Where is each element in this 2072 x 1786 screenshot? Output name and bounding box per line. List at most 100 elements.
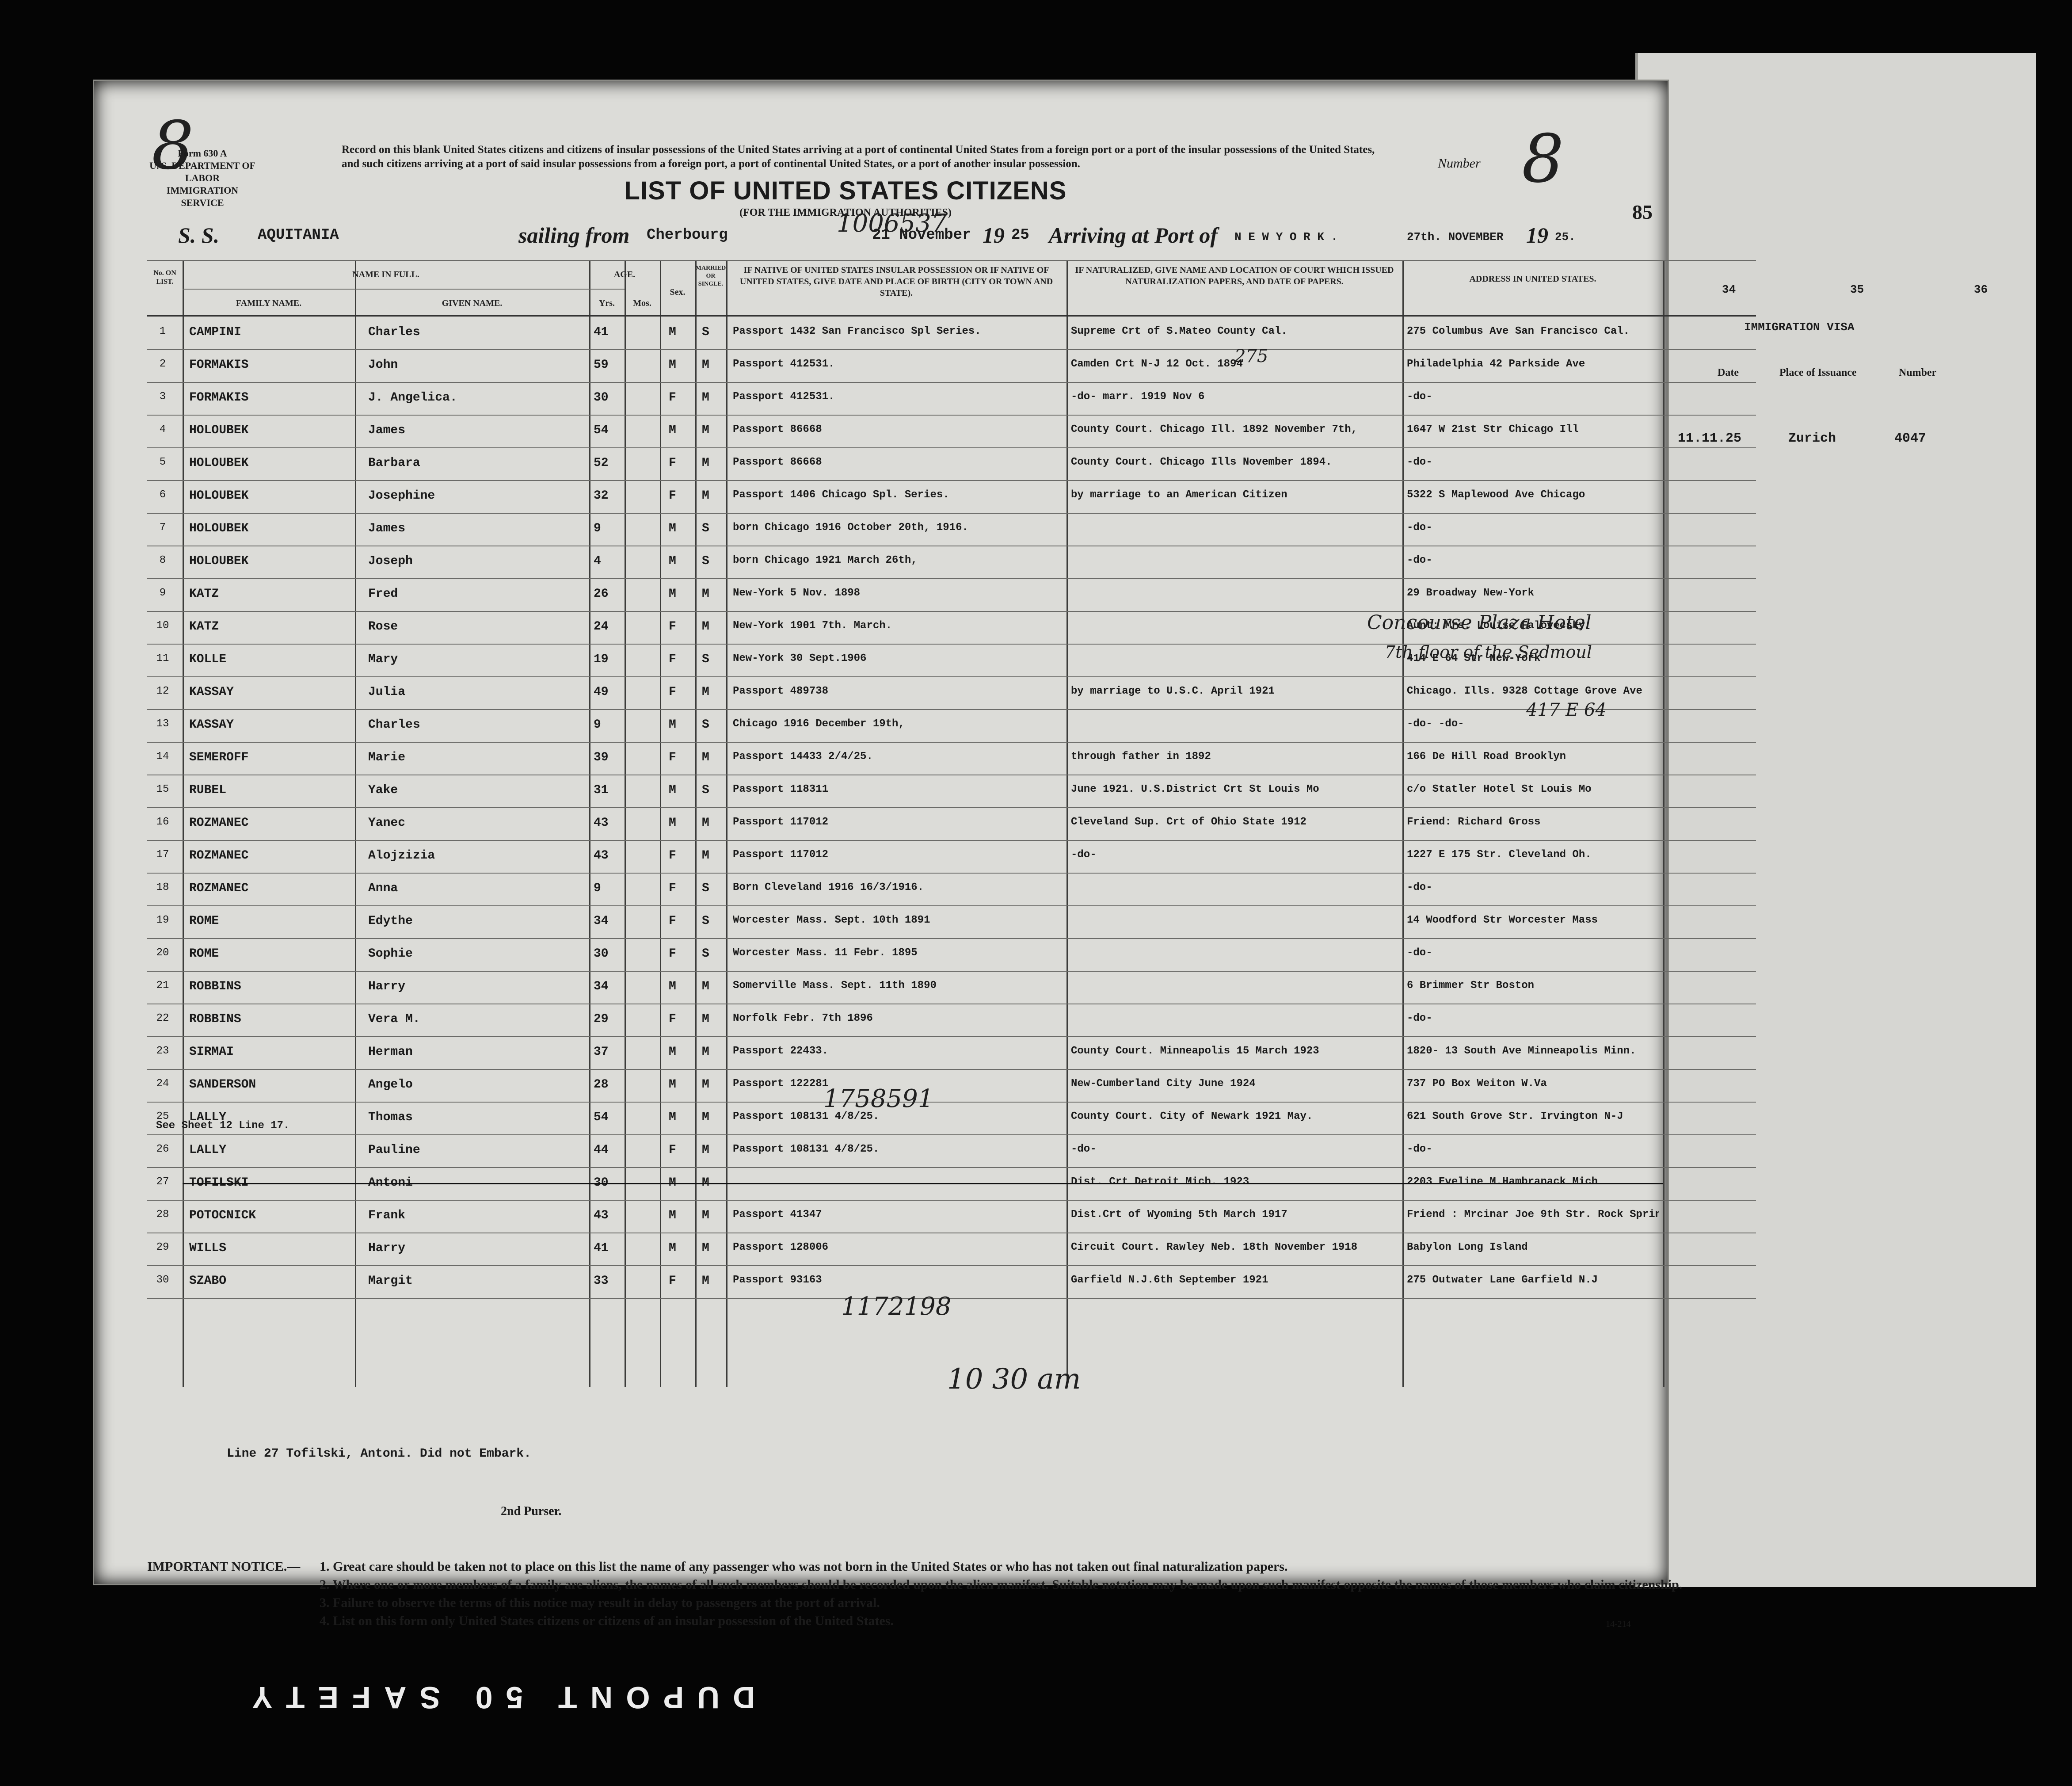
marital-status: M [702, 1241, 709, 1255]
address: 275 Columbus Ave San Francisco Cal. [1407, 325, 1630, 337]
row-number: 15 [156, 783, 169, 795]
age-years: 54 [594, 1111, 609, 1124]
table-row: 21 ROBBINS Harry 34 M M Somerville Mass. Sept.… [147, 972, 1756, 1004]
address: 29 Broadway New-York [1407, 587, 1535, 599]
age-years: 9 [594, 522, 601, 535]
handwritten-time: 10 30 am [947, 1363, 1081, 1396]
marital-status: M [702, 849, 709, 862]
row-number: 26 [156, 1143, 169, 1155]
ship-name: AQUITANIA [258, 227, 339, 244]
arriving-label: Arriving at Port of [1049, 223, 1218, 248]
age-years: 9 [594, 718, 601, 732]
notice-items: 1. Great care should be taken not to pla… [320, 1557, 1734, 1630]
row-number: 13 [156, 718, 169, 730]
sex: M [669, 1078, 676, 1091]
address: -do- [1407, 882, 1432, 893]
address: Friend: Richard Gross [1407, 816, 1541, 828]
marital-status: S [702, 325, 709, 339]
family-name: KOLLE [189, 653, 227, 666]
row-number: 23 [156, 1045, 169, 1057]
col-naturalized: IF NATURALIZED, GIVE NAME AND LOCATION O… [1075, 265, 1394, 286]
age-years: 19 [594, 653, 609, 666]
age-years: 54 [594, 424, 609, 437]
row-number: 14 [156, 751, 169, 763]
row-number: 20 [156, 947, 169, 959]
address: 275 Outwater Lane Garfield N.J [1407, 1274, 1598, 1286]
birthplace: Passport 1432 San Francisco Spl Series. [733, 325, 981, 337]
table-row: 23 SIRMAI Herman 37 M M Passport 22433. County … [147, 1037, 1756, 1070]
family-name: POTOCNICK [189, 1209, 256, 1222]
naturalization: by marriage to U.S.C. April 1921 [1071, 685, 1275, 697]
given-name: Edythe [368, 914, 413, 928]
family-name: RUBEL [189, 783, 227, 797]
address: Chicago. Ills. 9328 Cottage Grove Ave [1407, 685, 1642, 697]
birthplace: Norfolk Febr. 7th 1896 [733, 1012, 873, 1024]
address: 5322 S Maplewood Ave Chicago [1407, 489, 1585, 501]
notice-item: 2. Where one or more members of a family… [320, 1577, 1683, 1592]
form-info: Form 630 A U. S. DEPARTMENT OF LABOR IMM… [147, 147, 258, 209]
marital-status: S [702, 882, 709, 895]
marital-status: M [702, 620, 709, 633]
page-title: LIST OF UNITED STATES CITIZENS [624, 176, 1067, 205]
visa-number-label: Number [1899, 367, 1937, 378]
age-years: 32 [594, 489, 609, 503]
did-not-embark-note: Line 27 Tofilski, Antoni. Did not Embark… [227, 1447, 531, 1461]
birthplace: Passport 1406 Chicago Spl. Series. [733, 489, 949, 501]
naturalization: -do- marr. 1919 Nov 6 [1071, 391, 1205, 403]
form-number: Form 630 A [178, 148, 227, 159]
family-name: HOLOUBEK [189, 522, 249, 535]
family-name: HOLOUBEK [189, 456, 249, 470]
birthplace: Passport 93163 [733, 1274, 822, 1286]
birthplace: Passport 118311 [733, 783, 829, 795]
given-name: Barbara [368, 456, 420, 470]
table-row: 29 WILLS Harry 41 M M Passport 128006 Circuit C… [147, 1233, 1756, 1266]
birthplace: born Chicago 1921 March 26th, [733, 554, 918, 566]
birthplace: Passport 412531. [733, 391, 835, 403]
arrive-year: 25. [1555, 230, 1576, 244]
birthplace: Passport 14433 2/4/25. [733, 751, 873, 763]
age-years: 43 [594, 816, 609, 830]
sex: M [669, 718, 676, 732]
row-number: 7 [159, 522, 166, 534]
birthplace: Worcester Mass. Sept. 10th 1891 [733, 914, 930, 926]
table-row: 26 LALLY Pauline 44 F M Passport 108131 4/8/25… [147, 1135, 1756, 1168]
birthplace: Passport 108131 4/8/25. [733, 1143, 880, 1155]
address: 14 Woodford Str Worcester Mass [1407, 914, 1598, 926]
table-row: 15 RUBEL Yake 31 M S Passport 118311 June 1921.… [147, 775, 1756, 808]
family-name: ROME [189, 914, 219, 928]
family-name: ROBBINS [189, 980, 241, 993]
family-name: KATZ [189, 587, 219, 601]
naturalization: County Court. Minneapolis 15 March 1923 [1071, 1045, 1319, 1057]
row-number: 12 [156, 685, 169, 697]
table-row: 25 LALLY Thomas 54 M M Passport 108131 4/8/25.… [147, 1103, 1756, 1135]
age-years: 59 [594, 358, 609, 372]
age-years: 34 [594, 980, 609, 993]
marital-status: S [702, 653, 709, 666]
naturalization: Supreme Crt of S.Mateo County Cal. [1071, 325, 1287, 337]
naturalization: -do- [1071, 1143, 1097, 1155]
table-row: 9 KATZ Fred 26 M M New-York 5 Nov. 1898 29 Broa… [147, 579, 1756, 612]
handwritten-number-2: 1758591 [823, 1084, 934, 1113]
marital-status: M [702, 424, 709, 437]
address: 166 De Hill Road Brooklyn [1407, 751, 1566, 763]
marital-status: M [702, 1078, 709, 1091]
given-name: Harry [368, 1241, 406, 1255]
address: -do- [1407, 522, 1432, 534]
given-name: Yake [368, 783, 398, 797]
row-number: 1 [159, 325, 166, 337]
port-to: N E W Y O R K . [1234, 230, 1338, 244]
number-label: Number [1438, 156, 1481, 171]
age-years: 28 [594, 1078, 609, 1091]
age-years: 43 [594, 849, 609, 862]
sex: F [669, 456, 676, 470]
strike-through [183, 1183, 1663, 1184]
family-name: KASSAY [189, 718, 234, 732]
given-name: Joseph [368, 554, 413, 568]
age-years: 4 [594, 554, 601, 568]
naturalization: County Court. City of Newark 1921 May. [1071, 1111, 1313, 1122]
manifest-sheet: 8 Form 630 A U. S. DEPARTMENT OF LABOR I… [93, 80, 1756, 1629]
handwritten-address: 417 E 64 [1526, 700, 1607, 720]
age-years: 52 [594, 456, 609, 470]
sex: M [669, 1045, 676, 1059]
address: -do- [1407, 1143, 1432, 1155]
